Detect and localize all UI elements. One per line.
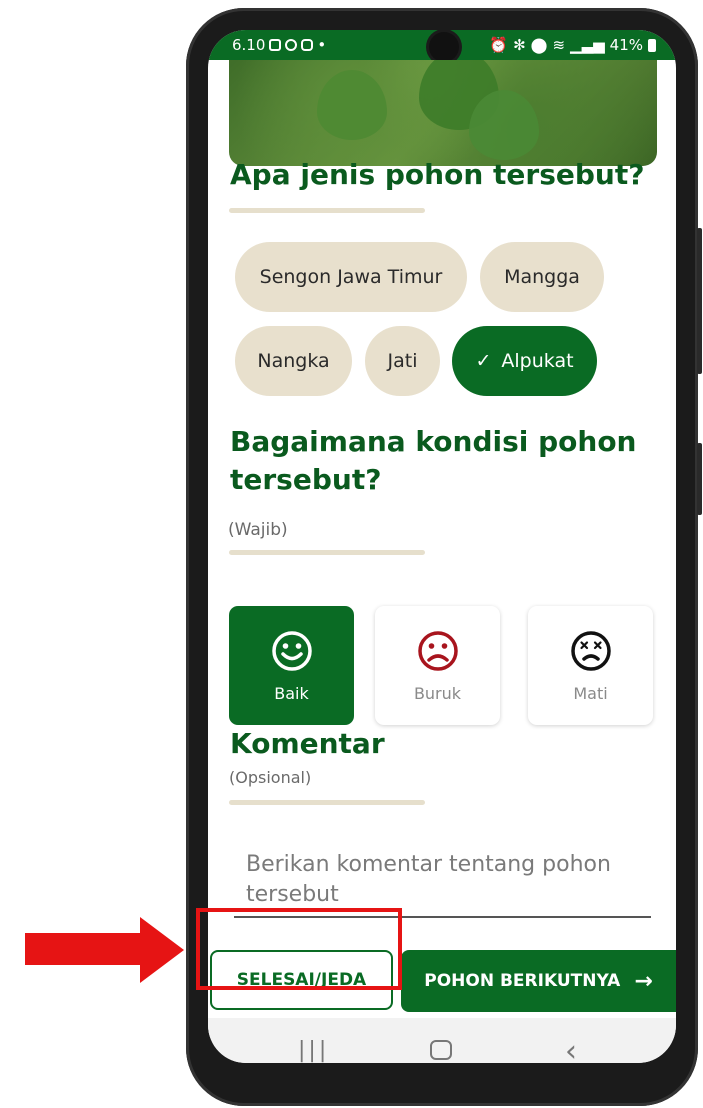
leaf-shape [317, 70, 387, 140]
condition-label: Buruk [413, 684, 462, 703]
bluetooth-icon: ✻ [513, 36, 526, 54]
annotation-arrow-head [140, 917, 184, 983]
chip-label: Sengon Jawa Timur [259, 266, 443, 288]
condition-label: Baik [274, 684, 309, 703]
system-navigation-bar: ||| ‹ [208, 1018, 676, 1063]
status-time: 6.10 [232, 36, 266, 54]
dot-icon: • [317, 36, 327, 54]
condition-option-mati[interactable]: Mati [528, 606, 653, 725]
title-underline [229, 550, 425, 555]
species-option-nangka[interactable]: Nangka [235, 326, 352, 396]
recent-apps-icon[interactable]: ||| [298, 1038, 329, 1063]
battery-level: 41% [609, 36, 643, 54]
annotation-arrow [25, 933, 145, 965]
required-note: (Wajib) [228, 520, 288, 540]
front-camera [429, 32, 459, 62]
tree-photo [229, 60, 657, 166]
smile-icon [271, 631, 312, 671]
chip-label: Nangka [257, 350, 330, 372]
battery-icon [648, 38, 656, 52]
location-icon: ⬤ [530, 36, 548, 54]
condition-option-baik[interactable]: Baik [229, 606, 354, 725]
home-icon[interactable] [430, 1040, 452, 1060]
next-tree-button[interactable]: POHON BERIKUTNYA → [401, 950, 676, 1012]
comment-placeholder-line1: Berikan komentar tentang pohon [246, 852, 611, 877]
chip-label: Alpukat [501, 350, 574, 372]
condition-question-title: Bagaimana kondisi pohon tersebut? [230, 423, 637, 499]
leaf-shape [469, 90, 539, 160]
species-option-mangga[interactable]: Mangga [480, 242, 604, 312]
chip-label: Mangga [504, 266, 580, 288]
condition-option-buruk[interactable]: Buruk [375, 606, 500, 725]
condition-label: Mati [573, 684, 608, 703]
image-icon [269, 39, 282, 51]
wifi-icon: ≋ [552, 36, 566, 54]
alarm-icon: ⏰ [489, 36, 509, 54]
species-question-title: Apa jenis pohon tersebut? [230, 158, 645, 191]
species-option-jati[interactable]: Jati [365, 326, 440, 396]
dead-icon [570, 631, 611, 671]
back-icon[interactable]: ‹ [565, 1034, 577, 1063]
chip-label: Jati [387, 350, 418, 372]
volume-button [697, 228, 702, 374]
arrow-right-icon: → [634, 968, 653, 994]
optional-note: (Opsional) [229, 768, 312, 787]
instagram-icon [301, 39, 314, 51]
title-underline [229, 208, 425, 213]
species-option-alpukat[interactable]: ✓ Alpukat [452, 326, 597, 396]
power-button [697, 443, 702, 515]
annotation-highlight-box [196, 908, 402, 990]
species-option-sengon[interactable]: Sengon Jawa Timur [235, 242, 467, 312]
signal-icon: ▁▃▅ [570, 36, 605, 54]
check-icon: ✓ [475, 350, 492, 372]
title-underline [229, 800, 425, 805]
whatsapp-icon [285, 39, 298, 51]
comment-title: Komentar [230, 727, 385, 760]
comment-placeholder-line2: tersebut [246, 882, 339, 907]
sad-icon [417, 631, 458, 671]
condition-title-line2: tersebut? [230, 463, 382, 496]
next-tree-label: POHON BERIKUTNYA [424, 971, 621, 991]
condition-title-line1: Bagaimana kondisi pohon [230, 425, 637, 458]
